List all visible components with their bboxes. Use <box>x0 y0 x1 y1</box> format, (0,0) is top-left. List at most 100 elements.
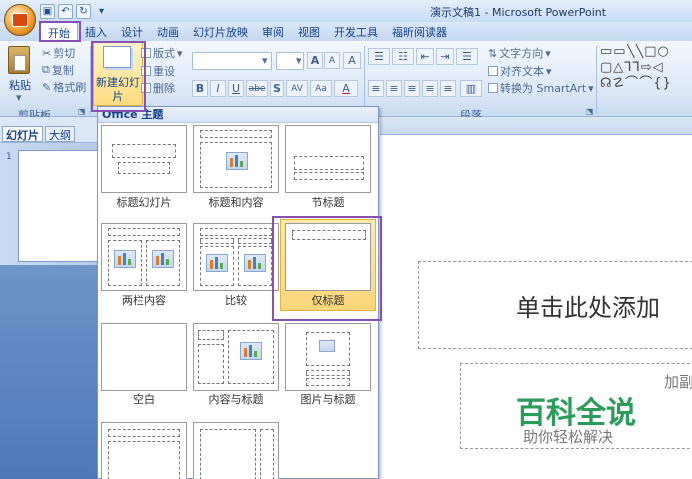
vertical-text-placeholder <box>108 441 180 479</box>
tab-developer[interactable]: 开发工具 <box>327 22 385 41</box>
layout-comparison[interactable] <box>193 223 279 291</box>
copy-label: 复制 <box>51 64 74 77</box>
layout-blank[interactable] <box>101 323 187 391</box>
font-size-dropdown-icon[interactable]: ▾ <box>296 54 302 67</box>
columns-button[interactable]: ▥ <box>460 80 482 97</box>
font-color-button[interactable]: A <box>334 80 358 97</box>
picture-icon <box>319 340 335 352</box>
paragraph-dialog-launcher-icon[interactable]: ⬔ <box>586 107 594 116</box>
reset-button[interactable]: 重设 <box>141 63 175 79</box>
slide-thumbnail[interactable] <box>18 150 98 262</box>
bold-button[interactable]: B <box>192 80 208 97</box>
title-placeholder <box>108 228 180 236</box>
tab-animations[interactable]: 动画 <box>150 22 186 41</box>
delete-icon <box>141 83 151 93</box>
text-placeholder <box>200 429 256 479</box>
shadow-button[interactable]: S <box>270 80 284 97</box>
title-placeholder <box>200 228 272 236</box>
ribbon-bottom-edge <box>380 117 692 135</box>
tab-slideshow[interactable]: 幻灯片放映 <box>186 22 255 41</box>
align-text-icon <box>488 66 498 76</box>
text-direction-button[interactable]: ⇅ 文字方向 ▾ <box>488 45 551 61</box>
layout-title-only[interactable] <box>285 223 371 291</box>
watermark-subtitle: 助你轻松解决 <box>523 428 614 446</box>
layout-picture-with-caption[interactable] <box>285 323 371 391</box>
italic-button[interactable]: I <box>210 80 226 97</box>
increase-indent-button[interactable]: ⇥ <box>436 48 454 65</box>
line-spacing-button[interactable]: ☰ <box>456 48 478 65</box>
underline-button[interactable]: U <box>228 80 244 97</box>
tab-slides[interactable]: 幻灯片 <box>2 126 43 142</box>
format-painter-label: 格式刷 <box>53 81 87 94</box>
new-slide-icon <box>103 46 131 68</box>
layout-vertical-title-and-text[interactable] <box>193 422 279 479</box>
layout-two-content[interactable] <box>101 223 187 291</box>
grow-font-button[interactable]: A <box>307 52 323 69</box>
change-case-button[interactable]: Aa <box>310 80 332 97</box>
cut-button[interactable]: ✂ 剪切 <box>42 45 75 61</box>
numbering-button[interactable]: ☷ <box>392 48 414 65</box>
bullets-button[interactable]: ☰ <box>368 48 390 65</box>
title-placeholder-text: 单击此处添加 <box>516 294 660 322</box>
office-button[interactable] <box>4 4 36 36</box>
decrease-indent-button[interactable]: ⇤ <box>416 48 434 65</box>
layout-title-content[interactable] <box>193 125 279 193</box>
tab-design[interactable]: 设计 <box>114 22 150 41</box>
layout-content-with-caption[interactable] <box>193 323 279 391</box>
redo-icon[interactable]: ↻ <box>76 3 91 19</box>
caption-text-placeholder <box>198 344 224 384</box>
tab-review[interactable]: 审阅 <box>255 22 291 41</box>
layout-label: 空白 <box>133 393 155 406</box>
layout-section-header[interactable] <box>285 125 371 193</box>
paste-icon[interactable] <box>8 46 30 74</box>
title-placeholder <box>294 156 364 170</box>
tab-insert[interactable]: 插入 <box>78 22 114 41</box>
tab-view[interactable]: 视图 <box>291 22 327 41</box>
gallery-header: Office 主题 <box>98 107 378 123</box>
format-painter-button[interactable]: ✎ 格式刷 <box>42 79 86 95</box>
layout-title-slide[interactable] <box>101 125 187 193</box>
tab-home[interactable]: 开始 <box>40 22 78 41</box>
copy-button[interactable]: ⧉ 复制 <box>42 62 74 78</box>
clear-formatting-button[interactable]: A <box>343 52 361 69</box>
left-heading-placeholder <box>200 238 234 244</box>
right-heading-placeholder <box>238 238 272 244</box>
paste-dropdown-icon[interactable]: ▾ <box>16 91 22 104</box>
align-text-button[interactable]: 对齐文本 ▾ <box>488 63 552 79</box>
content-icons <box>206 254 228 272</box>
strikethrough-button[interactable]: abe <box>246 80 268 97</box>
layout-dropdown-icon: ▾ <box>177 46 183 60</box>
subtitle-placeholder <box>118 162 170 174</box>
align-left-button[interactable]: ≡ <box>368 80 384 97</box>
font-name-dropdown-icon[interactable]: ▾ <box>262 54 268 67</box>
reset-label: 重设 <box>153 65 175 78</box>
window-title: 演示文稿1 - Microsoft PowerPoint <box>430 6 607 19</box>
distributed-button[interactable]: ≡ <box>440 80 456 97</box>
layout-vertical-title-text[interactable] <box>101 422 187 479</box>
font-name-field[interactable] <box>192 52 272 70</box>
ribbon-separator <box>596 46 597 114</box>
text-placeholder <box>306 378 350 386</box>
save-icon[interactable]: ▣ <box>40 3 55 19</box>
delete-slide-button[interactable]: 删除 <box>141 80 175 96</box>
customize-qat-icon[interactable]: ▾ <box>94 4 109 19</box>
align-right-button[interactable]: ≡ <box>404 80 420 97</box>
content-icons <box>244 254 266 272</box>
smartart-button[interactable]: 转换为 SmartArt ▾ <box>488 80 594 96</box>
shapes-gallery[interactable]: ▭▭╲╲□○ ▢△⅂⅂⇨◁ ☊☡⌒⌒{} <box>600 44 692 96</box>
undo-icon[interactable]: ↶ <box>58 3 73 19</box>
align-center-button[interactable]: ≡ <box>386 80 402 97</box>
clipboard-dialog-launcher-icon[interactable]: ⬔ <box>78 107 86 116</box>
char-spacing-button[interactable]: AV <box>286 80 308 97</box>
tab-foxit-reader[interactable]: 福昕阅读器 <box>385 22 454 41</box>
ribbon-separator <box>90 46 91 114</box>
shrink-font-button[interactable]: A <box>324 52 340 69</box>
new-slide-label: 新建幻灯片 <box>96 76 140 103</box>
layout-label: 内容与标题 <box>208 393 264 406</box>
pane-tabs: 幻灯片 大纲 <box>0 126 75 142</box>
layout-button[interactable]: 版式 ▾ <box>141 45 183 61</box>
justify-button[interactable]: ≡ <box>422 80 438 97</box>
smartart-label: 转换为 SmartArt <box>500 82 587 95</box>
layout-label: 仅标题 <box>311 294 345 307</box>
tab-outline[interactable]: 大纲 <box>45 126 75 142</box>
